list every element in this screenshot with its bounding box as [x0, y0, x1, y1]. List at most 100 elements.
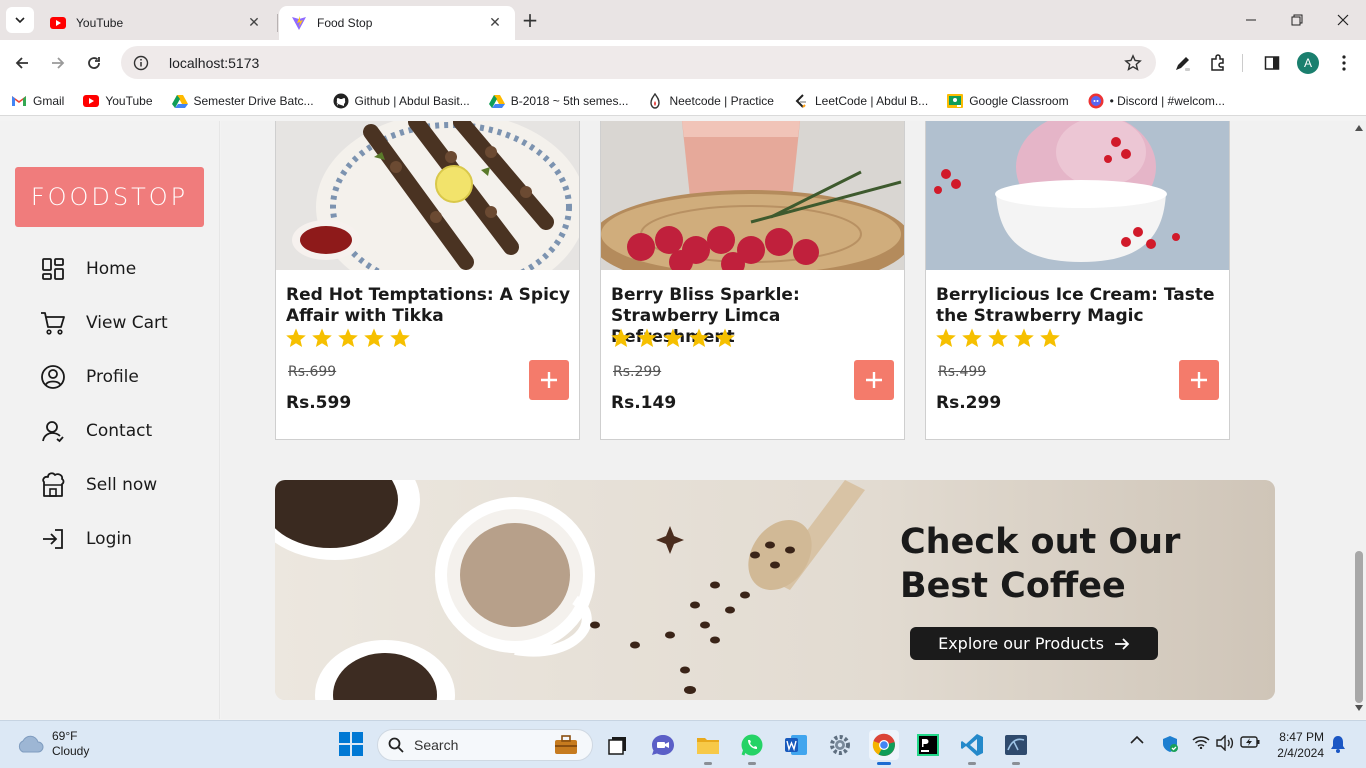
sale-price: Rs.599	[286, 393, 352, 413]
bookmark-github[interactable]: Github | Abdul Basit...	[333, 93, 470, 109]
classroom-icon	[947, 93, 964, 109]
star-icon	[1040, 328, 1060, 347]
star-rating	[610, 328, 740, 348]
product-image-ice-cream[interactable]	[926, 121, 1229, 270]
start-button[interactable]	[339, 732, 363, 760]
product-image-limca[interactable]	[601, 121, 904, 270]
bookmark-star-icon[interactable]	[1124, 54, 1142, 72]
page-viewport: FOODSTOP Home View Cart Profile Contact	[0, 121, 1366, 719]
bookmark-gmail[interactable]: Gmail	[11, 93, 64, 109]
logo-text: FOODSTOP	[30, 183, 189, 211]
add-to-cart-button[interactable]	[1179, 360, 1219, 400]
bookmark-discord[interactable]: • Discord | #welcom...	[1088, 93, 1225, 109]
system-clock[interactable]: 8:47 PM 2/4/2024	[1272, 729, 1324, 761]
battery-tray-icon[interactable]	[1240, 735, 1260, 749]
bookmark-b2018[interactable]: B-2018 ~ 5th semes...	[488, 93, 629, 109]
arrow-left-icon	[15, 57, 28, 69]
user-circle-icon	[40, 364, 66, 390]
sidebar-item-home[interactable]: Home	[40, 253, 210, 285]
add-to-cart-button[interactable]	[854, 360, 894, 400]
running-indicator	[877, 762, 891, 765]
bookmark-label: • Discord | #welcom...	[1109, 93, 1225, 108]
bookmark-neetcode[interactable]: Neetcode | Practice	[647, 92, 774, 109]
taskbar-app-word[interactable]	[781, 730, 811, 760]
wifi-tray-icon[interactable]	[1192, 735, 1210, 749]
address-bar[interactable]: localhost:5173	[121, 46, 1156, 79]
scroll-down-icon[interactable]	[1355, 705, 1363, 711]
site-info-icon[interactable]	[133, 55, 149, 71]
bookmark-semester-drive[interactable]: Semester Drive Batc...	[171, 93, 314, 109]
close-window-button[interactable]	[1320, 0, 1366, 40]
restore-button[interactable]	[1274, 0, 1320, 40]
edit-pen-button[interactable]	[1172, 52, 1194, 74]
forward-button[interactable]	[46, 51, 70, 75]
taskbar-search[interactable]: Search	[377, 729, 593, 761]
menu-button[interactable]	[1333, 52, 1355, 74]
taskbar-app-meet[interactable]	[648, 730, 678, 760]
bookmark-youtube[interactable]: YouTube	[83, 93, 153, 109]
puzzle-icon	[1211, 54, 1224, 71]
taskbar-app-mysql-workbench[interactable]	[1001, 730, 1031, 765]
bookmark-label: B-2018 ~ 5th semes...	[510, 93, 629, 108]
tab-food-stop[interactable]: Food Stop ✕	[279, 6, 515, 40]
taskbar-app-pycharm[interactable]	[913, 730, 943, 760]
extensions-button[interactable]	[1207, 52, 1229, 74]
star-icon	[715, 328, 735, 347]
taskbar-app-settings[interactable]	[825, 730, 855, 760]
scroll-up-icon[interactable]	[1355, 125, 1363, 131]
search-icon	[388, 737, 404, 753]
tab-search-button[interactable]	[6, 7, 34, 33]
original-price: Rs.299	[613, 364, 662, 380]
back-button[interactable]	[10, 51, 34, 75]
taskbar-app-task-view[interactable]	[603, 730, 633, 760]
volume-tray-icon[interactable]	[1216, 735, 1234, 751]
minimize-icon	[1246, 19, 1256, 21]
clock-time: 8:47 PM	[1279, 730, 1324, 744]
explore-products-button[interactable]: Explore our Products	[910, 627, 1158, 660]
banner-title-line: Best Coffee	[900, 566, 1126, 606]
security-tray-icon[interactable]	[1161, 735, 1179, 753]
taskbar-app-chrome[interactable]	[869, 730, 899, 765]
bookmark-label: Google Classroom	[969, 93, 1069, 108]
bookmark-leetcode[interactable]: LeetCode | Abdul B...	[793, 93, 928, 109]
notifications-button[interactable]	[1330, 735, 1346, 753]
product-card[interactable]: Berry Bliss Sparkle: Strawberry Limca Re…	[600, 121, 905, 440]
tab-youtube[interactable]: YouTube ✕	[38, 6, 274, 40]
close-icon[interactable]: ✕	[487, 15, 503, 31]
reload-button[interactable]	[82, 51, 106, 75]
cart-icon	[40, 310, 66, 336]
bell-icon	[1331, 736, 1345, 753]
page-scrollbar[interactable]	[1351, 121, 1366, 719]
bookmark-google-classroom[interactable]: Google Classroom	[947, 93, 1069, 109]
weather-widget[interactable]: 69°F Cloudy	[16, 729, 89, 759]
plus-icon	[1191, 372, 1207, 388]
taskbar-app-whatsapp[interactable]	[737, 730, 767, 765]
add-to-cart-button[interactable]	[529, 360, 569, 400]
star-icon	[286, 328, 306, 347]
product-image-tikka[interactable]	[276, 121, 579, 270]
sidebar-item-login[interactable]: Login	[40, 523, 210, 555]
profile-avatar[interactable]: A	[1297, 52, 1319, 74]
star-icon	[611, 328, 631, 347]
toolbar-divider	[1242, 54, 1243, 72]
sidebar-item-contact[interactable]: Contact	[40, 415, 210, 447]
sidebar-item-view-cart[interactable]: View Cart	[40, 307, 210, 339]
gear-icon	[830, 735, 850, 755]
minimize-button[interactable]	[1228, 0, 1274, 40]
new-tab-button[interactable]: +	[519, 8, 541, 32]
foodstop-logo[interactable]: FOODSTOP	[15, 167, 204, 227]
taskbar-app-file-explorer[interactable]	[693, 730, 723, 765]
show-hidden-icons-button[interactable]	[1130, 735, 1144, 745]
product-card[interactable]: Red Hot Temptations: A Spicy Affair with…	[275, 121, 580, 440]
sidebar-item-sell-now[interactable]: Sell now	[40, 469, 210, 501]
database-icon	[1005, 735, 1027, 755]
sidebar-item-profile[interactable]: Profile	[40, 361, 210, 393]
sidebar-item-label: Profile	[86, 367, 139, 387]
side-panel-button[interactable]	[1261, 52, 1283, 74]
close-icon[interactable]: ✕	[246, 15, 262, 31]
product-title[interactable]: Berrylicious Ice Cream: Taste the Strawb…	[936, 285, 1221, 327]
product-card[interactable]: Berrylicious Ice Cream: Taste the Strawb…	[925, 121, 1230, 440]
product-title[interactable]: Red Hot Temptations: A Spicy Affair with…	[286, 285, 571, 327]
scrollbar-thumb[interactable]	[1355, 551, 1363, 703]
taskbar-app-vscode[interactable]	[957, 730, 987, 765]
